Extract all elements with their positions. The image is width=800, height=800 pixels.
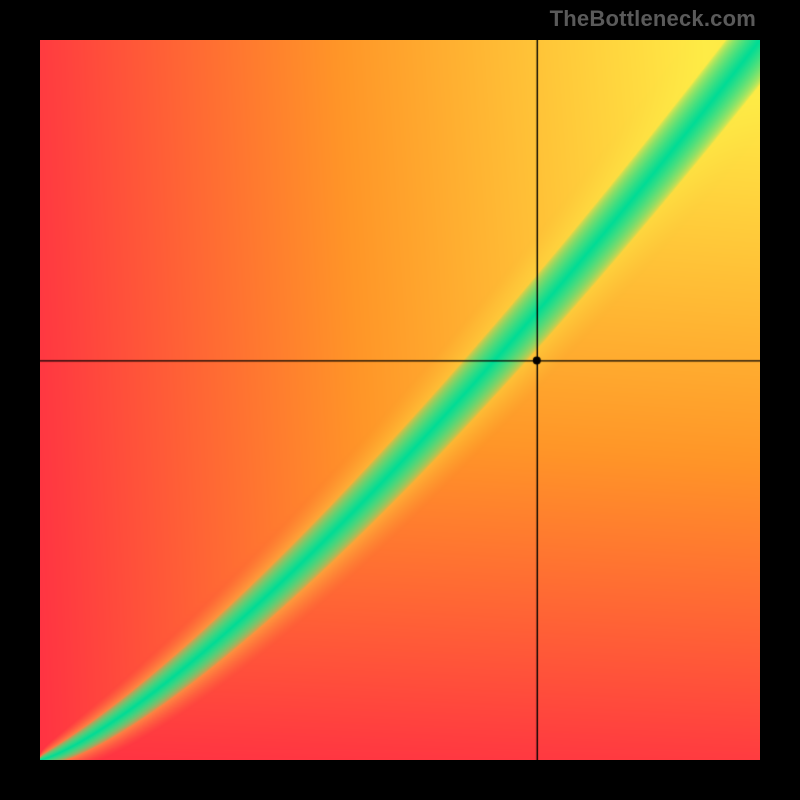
chart-frame: TheBottleneck.com — [0, 0, 800, 800]
heatmap-canvas — [40, 40, 760, 760]
watermark-text: TheBottleneck.com — [550, 6, 756, 32]
plot-area — [40, 40, 760, 760]
